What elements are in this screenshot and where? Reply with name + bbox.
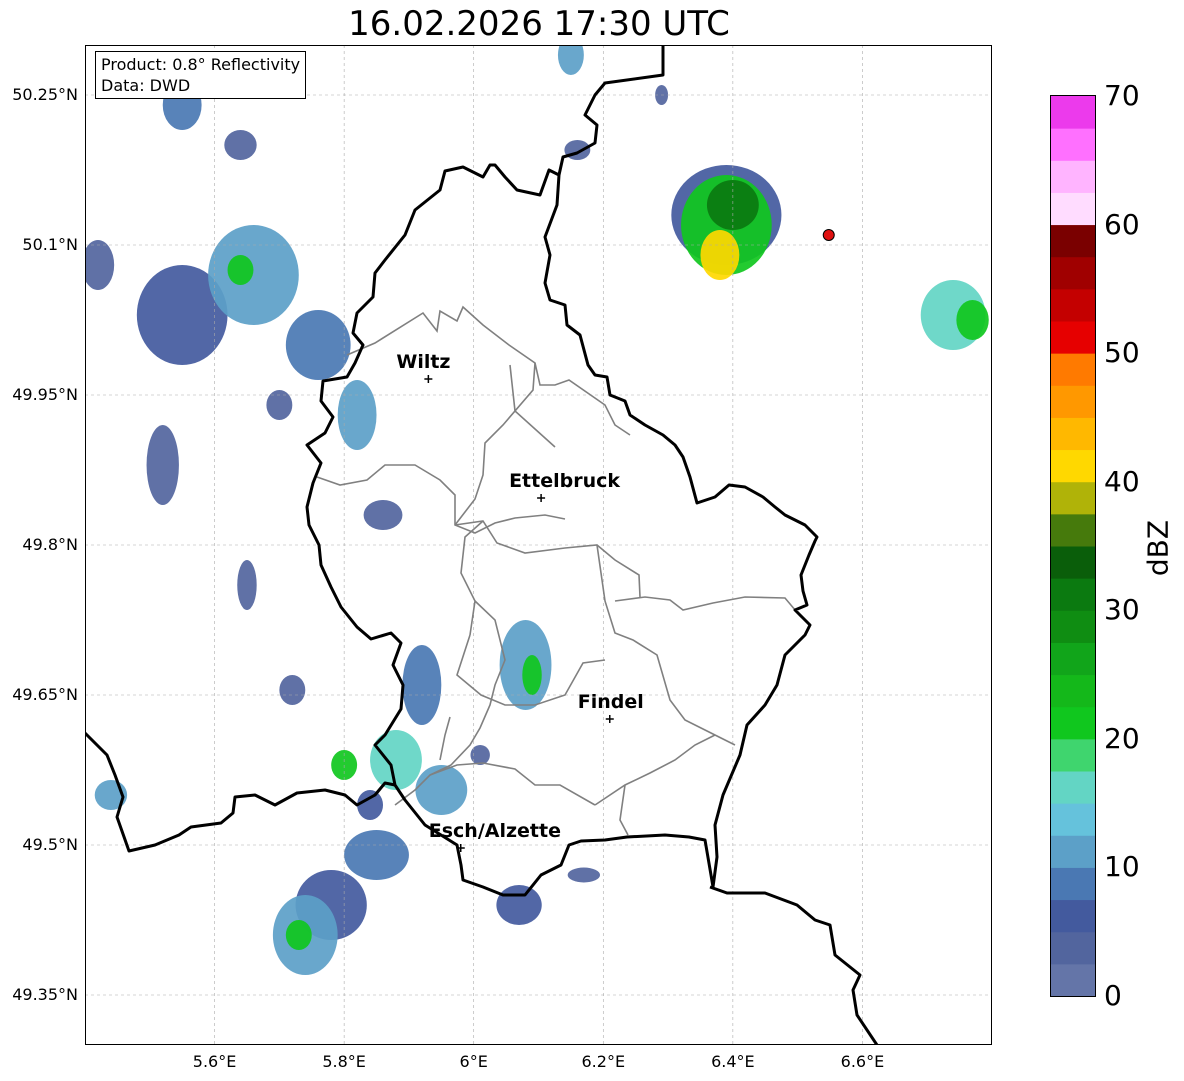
colorbar-segment xyxy=(1051,803,1095,836)
longitude-tick-label: 5.8°E xyxy=(322,1052,366,1071)
echo-cell xyxy=(237,560,257,610)
echo-cell xyxy=(522,655,542,695)
city-label: Ettelbruck xyxy=(509,470,620,492)
echo-cell xyxy=(279,675,306,705)
echo-cell xyxy=(700,230,740,280)
radar-map-canvas: Wiltz Ettelbruck Findel Esch/Alzette xyxy=(85,45,992,1045)
echo-cell xyxy=(415,765,468,815)
longitude-tick-label: 6.6°E xyxy=(840,1052,885,1071)
echo-cell xyxy=(266,390,293,420)
colorbar-segment xyxy=(1051,224,1095,258)
echo-cell xyxy=(224,130,257,160)
longitude-tick-label: 6.2°E xyxy=(581,1052,626,1071)
colorbar-segment xyxy=(1051,546,1095,579)
longitude-tick-label: 5.6°E xyxy=(192,1052,237,1071)
colorbar-segment xyxy=(1051,513,1095,547)
echo-cell xyxy=(370,730,422,790)
longitude-tick-label: 6.4°E xyxy=(711,1052,755,1071)
latitude-tick-label: 49.5°N xyxy=(22,835,78,854)
colorbar-label: dBZ xyxy=(1141,519,1175,577)
colorbar-segment xyxy=(1051,353,1095,386)
colorbar-tick-label: 10 xyxy=(1104,850,1140,884)
city-label: Esch/Alzette xyxy=(429,820,561,842)
echo-cell xyxy=(337,380,377,450)
longitude-tick-label: 6°E xyxy=(459,1052,488,1071)
colorbar-segment xyxy=(1051,417,1095,451)
radar-map[interactable]: Wiltz Ettelbruck Findel Esch/Alzette xyxy=(85,45,992,1045)
latitude-tick-label: 49.95°N xyxy=(12,385,78,404)
colorbar-segment xyxy=(1051,578,1095,611)
colorbar-segment xyxy=(1051,963,1095,997)
echo-cell xyxy=(956,300,989,340)
echo-cell xyxy=(227,255,254,285)
city-label: Wiltz xyxy=(396,351,450,373)
city-label: Findel xyxy=(578,691,644,713)
echo-cell xyxy=(146,425,179,505)
colorbar-segment xyxy=(1051,706,1095,740)
colorbar-tick-label: 0 xyxy=(1104,979,1122,1012)
echo-cell xyxy=(470,745,490,765)
colorbar-segment xyxy=(1051,835,1095,868)
map-title: 16.02.2026 17:30 UTC xyxy=(348,4,730,44)
echo-cell xyxy=(208,225,299,325)
colorbar-tick-label: 70 xyxy=(1104,79,1140,112)
colorbar-tick-label: 60 xyxy=(1104,207,1140,241)
colorbar-segment xyxy=(1051,867,1095,901)
latitude-tick-label: 49.8°N xyxy=(22,535,78,554)
colorbar-tick-label: 40 xyxy=(1104,464,1140,498)
colorbar-segment xyxy=(1051,931,1095,965)
echo-cell xyxy=(344,830,409,880)
colorbar-segment xyxy=(1051,738,1095,772)
colorbar-segment xyxy=(1051,642,1095,676)
colorbar-segment xyxy=(1051,128,1095,161)
echo-cell xyxy=(706,180,759,230)
colorbar-segment xyxy=(1051,160,1095,193)
echo-cell xyxy=(363,500,403,530)
echo-cell xyxy=(285,310,351,380)
colorbar-segment xyxy=(1051,256,1095,290)
colorbar xyxy=(1050,95,1096,997)
data-source-label: Data: DWD xyxy=(101,76,191,95)
latitude-tick-label: 50.25°N xyxy=(12,85,78,104)
latitude-tick-label: 49.65°N xyxy=(12,685,78,704)
product-label: Product: 0.8° Reflectivity xyxy=(101,55,301,74)
echo-cell xyxy=(567,867,601,883)
colorbar-tick-label: 20 xyxy=(1104,721,1140,755)
echo-cell xyxy=(402,645,442,725)
colorbar-segment xyxy=(1051,385,1095,418)
echo-cell xyxy=(496,885,542,925)
colorbar-tick-label: 30 xyxy=(1104,593,1140,627)
echo-cell xyxy=(285,920,312,950)
colorbar-segment xyxy=(1051,610,1095,643)
colorbar-segment xyxy=(1051,96,1095,129)
colorbar-segment xyxy=(1051,288,1095,322)
radar-site-marker xyxy=(822,229,835,241)
colorbar-segment xyxy=(1051,771,1095,804)
latitude-tick-label: 50.1°N xyxy=(22,235,78,254)
colorbar-segment xyxy=(1051,321,1095,354)
colorbar-tick-label: 50 xyxy=(1104,336,1140,370)
colorbar-segment xyxy=(1051,899,1095,933)
colorbar-segment xyxy=(1051,192,1095,226)
product-info-box: Product: 0.8° Reflectivity Data: DWD xyxy=(95,51,307,99)
colorbar-segment xyxy=(1051,674,1095,708)
latitude-tick-label: 49.35°N xyxy=(12,985,78,1004)
echo-cell xyxy=(357,790,384,820)
colorbar-segment xyxy=(1051,481,1095,515)
colorbar-segment xyxy=(1051,449,1095,483)
